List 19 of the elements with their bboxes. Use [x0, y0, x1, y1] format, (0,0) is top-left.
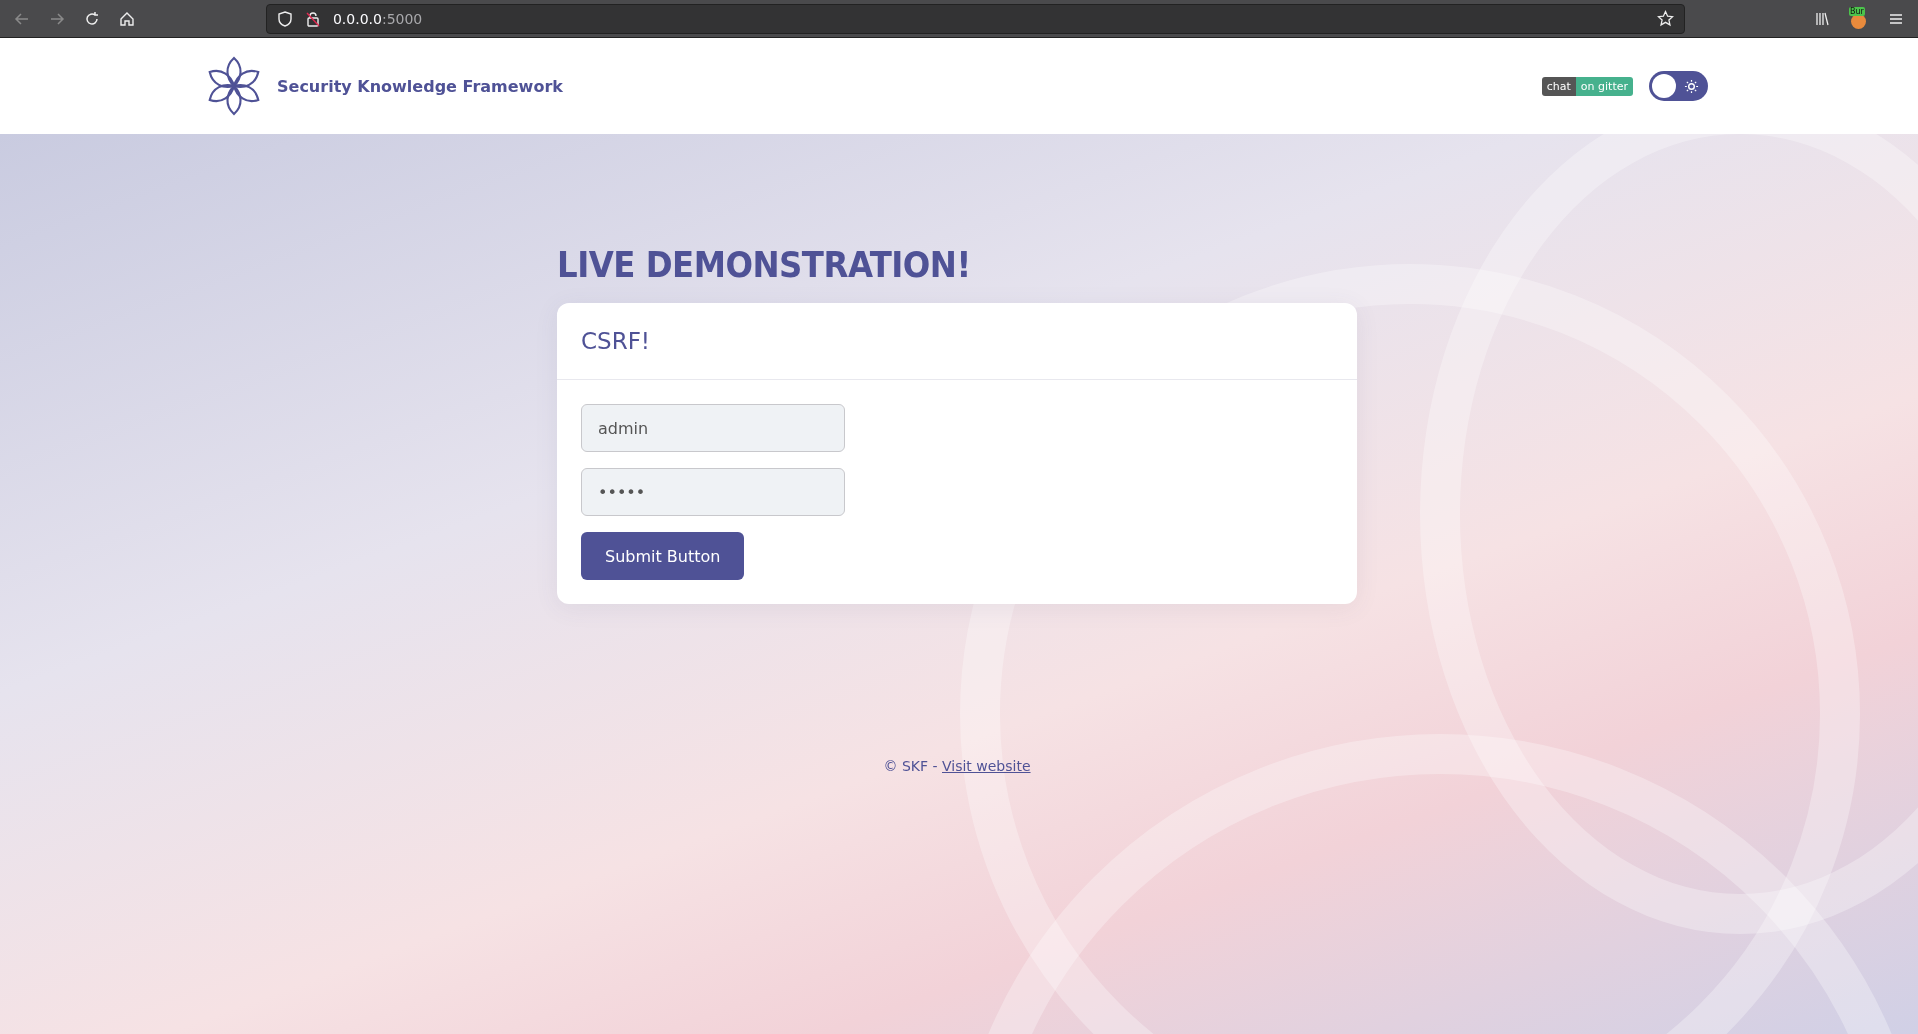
- footer-text: © SKF - Visit website: [882, 758, 1032, 774]
- address-bar[interactable]: 0.0.0.0:5000: [265, 3, 1685, 34]
- sun-icon: [1684, 78, 1699, 94]
- page-heading: LIVE DEMONSTRATION!: [557, 244, 972, 285]
- input-field[interactable]: admin: [581, 404, 845, 452]
- star-icon[interactable]: [1657, 10, 1674, 27]
- home-icon[interactable]: [118, 10, 135, 27]
- forward-arrow-icon[interactable]: [49, 10, 65, 27]
- url-text: 0.0.0.0:5000: [332, 10, 424, 27]
- shield-icon: [276, 10, 293, 27]
- card-title: CSRF!: [581, 328, 651, 354]
- website-link[interactable]: Visit website: [942, 758, 1031, 774]
- theme-toggle[interactable]: [1649, 71, 1708, 101]
- reload-icon[interactable]: [83, 10, 100, 27]
- input-field[interactable]: •••••: [581, 468, 845, 516]
- submit-button[interactable]: Submit Button: [581, 532, 745, 580]
- library-icon[interactable]: [1814, 10, 1830, 27]
- site-title[interactable]: Security Knowledge Framework: [277, 76, 563, 96]
- lock-icon: [304, 10, 321, 27]
